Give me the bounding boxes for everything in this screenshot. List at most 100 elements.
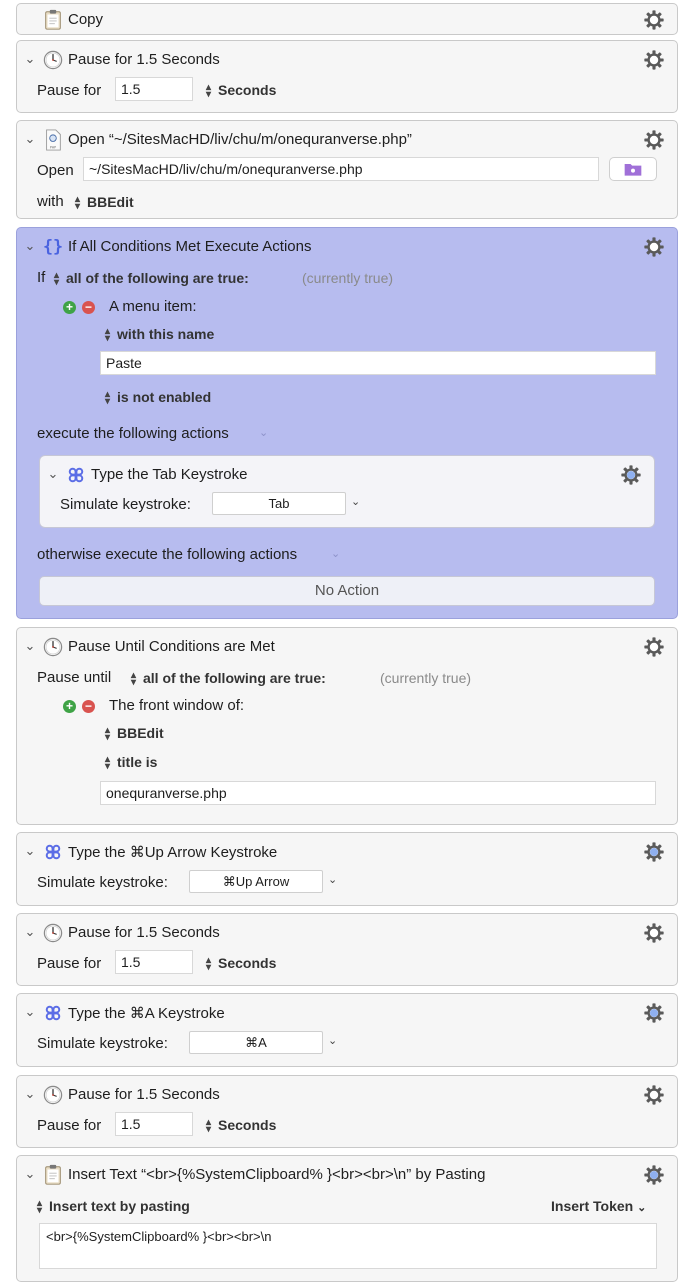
pause-duration-field[interactable]: 1.5 — [115, 77, 193, 101]
action-copy[interactable]: Copy — [16, 3, 678, 35]
menu-name-field[interactable]: Paste — [100, 351, 656, 375]
keystroke-label: Simulate keystroke: — [60, 496, 191, 513]
insert-text-area[interactable]: <br>{%SystemClipboard% }<br><br>\n — [39, 1223, 657, 1269]
chevron-down-icon[interactable]: ⌄ — [23, 1167, 37, 1181]
chevron-down-icon[interactable]: ⌄ — [23, 1087, 37, 1101]
clipboard-icon — [43, 1164, 63, 1186]
gear-icon[interactable] — [643, 129, 665, 151]
chevron-down-icon[interactable]: ⌄ — [23, 844, 37, 858]
pause-duration-field[interactable]: 1.5 — [115, 1112, 193, 1136]
chevron-down-icon[interactable]: ⌄ — [328, 873, 337, 886]
folder-icon — [623, 160, 643, 178]
chevron-down-icon[interactable]: ⌄ — [23, 1005, 37, 1019]
clock-icon — [43, 636, 63, 658]
pause-unit-popup[interactable]: ▴ ▾ Seconds — [204, 955, 276, 974]
pause-unit-popup[interactable]: ▴ ▾ Seconds — [204, 1117, 276, 1136]
gear-icon[interactable] — [643, 636, 665, 658]
gear-icon[interactable] — [620, 464, 642, 486]
action-title: Type the ⌘Up Arrow Keystroke — [68, 844, 278, 861]
chevron-down-icon[interactable]: ⌄ — [328, 1034, 337, 1047]
remove-condition-button[interactable]: − — [82, 301, 95, 314]
chevron-down-icon[interactable]: ⌄ — [23, 132, 37, 146]
remove-condition-button[interactable]: − — [82, 700, 95, 713]
gear-icon[interactable] — [643, 1002, 665, 1024]
action-title: Type the Tab Keystroke — [91, 466, 248, 483]
action-pause[interactable]: ⌄ Pause for 1.5 Seconds Pause for 1.5 ▴ ▾… — [16, 1075, 678, 1148]
clock-icon — [43, 1084, 63, 1106]
clock-icon — [43, 49, 63, 71]
condition-mode-popup[interactable]: ▴ ▾ all of the following are true: — [129, 670, 326, 689]
pause-label: Pause for — [37, 82, 102, 99]
window-title-field[interactable]: onequranverse.php — [100, 781, 656, 805]
pause-duration-field[interactable]: 1.5 — [115, 950, 193, 974]
application-popup[interactable]: ▴ ▾ BBEdit — [73, 194, 134, 213]
action-title: Pause Until Conditions are Met — [68, 638, 275, 655]
nested-action-type-tab[interactable]: ⌄ Type the Tab Keystroke Simulate keystr… — [39, 455, 655, 528]
action-insert-text[interactable]: ⌄ Insert Text “<br>{%SystemClipboard% }<… — [16, 1155, 678, 1282]
command-key-icon — [66, 464, 86, 486]
action-title: Open “~/SitesMacHD/liv/chu/m/onequranver… — [68, 131, 412, 148]
application-popup[interactable]: ▴ ▾ BBEdit — [103, 725, 164, 743]
application-name: BBEdit — [117, 725, 164, 741]
chevron-down-icon[interactable]: ⌄ — [351, 495, 360, 508]
open-label: Open — [37, 162, 74, 179]
gear-icon[interactable] — [643, 1164, 665, 1186]
otherwise-label: otherwise execute the following actions — [37, 546, 298, 563]
gear-icon[interactable] — [643, 841, 665, 863]
up-down-arrows-icon: ▴ ▾ — [205, 1117, 212, 1136]
condition-type: A menu item: — [109, 298, 197, 315]
action-title: Type the ⌘A Keystroke — [68, 1005, 225, 1022]
execute-label: execute the following actions — [37, 425, 229, 442]
keystroke-field[interactable]: ⌘Up Arrow — [189, 870, 323, 893]
chevron-down-icon[interactable]: ⌄ — [46, 467, 60, 481]
pause-unit: Seconds — [218, 82, 277, 98]
chevron-down-icon[interactable]: ⌄ — [23, 925, 37, 939]
action-pause[interactable]: ⌄ Pause for 1.5 Seconds Pause for 1.5 ▴ ▾… — [16, 40, 678, 113]
action-open-file[interactable]: ⌄ Open “~/SitesMacHD/liv/chu/m/onequranv… — [16, 120, 678, 219]
up-down-arrows-icon: ▴ ▾ — [104, 389, 111, 408]
macro-editor: Copy ⌄ Pause for 1.5 Seconds Pause for 1… — [0, 0, 690, 1288]
gear-icon[interactable] — [643, 922, 665, 944]
command-key-icon — [43, 1002, 63, 1024]
file-path-field[interactable]: ~/SitesMacHD/liv/chu/m/onequranverse.php — [83, 157, 599, 181]
action-pause[interactable]: ⌄ Pause for 1.5 Seconds Pause for 1.5 ▴ ▾… — [16, 913, 678, 986]
add-condition-button[interactable]: + — [63, 700, 76, 713]
gear-icon[interactable] — [643, 236, 665, 258]
clipboard-icon — [43, 9, 63, 31]
window-match-mode: title is — [117, 754, 158, 770]
menu-match-popup[interactable]: ▴ ▾ with this name — [103, 326, 214, 344]
up-down-arrows-icon: ▴ ▾ — [74, 194, 81, 213]
insert-mode-popup[interactable]: ▴ ▾ Insert text by pasting — [35, 1198, 190, 1216]
pause-unit-popup[interactable]: ▴ ▾ Seconds — [204, 82, 277, 100]
add-condition-button[interactable]: + — [63, 301, 76, 314]
up-down-arrows-icon: ▴ ▾ — [130, 670, 137, 689]
window-match-popup[interactable]: ▴ ▾ title is — [103, 754, 158, 773]
condition-mode-popup[interactable]: ▴ ▾ all of the following are true: — [52, 270, 249, 289]
action-type-up-arrow[interactable]: ⌄ Type the ⌘Up Arrow Keystroke Simulate … — [16, 832, 678, 906]
keystroke-label: Simulate keystroke: — [37, 874, 168, 891]
if-label: If — [37, 269, 46, 286]
chevron-down-icon[interactable]: ⌄ — [23, 639, 37, 653]
action-if-then-else[interactable]: ⌄ If All Conditions Met Execute Actions … — [16, 227, 678, 619]
chevron-down-icon[interactable]: ⌄ — [23, 239, 37, 253]
no-action-placeholder[interactable]: No Action — [39, 576, 655, 606]
chevron-down-icon[interactable]: ⌄ — [259, 426, 268, 439]
action-type-select-all[interactable]: ⌄ Type the ⌘A Keystroke Simulate keystro… — [16, 993, 678, 1067]
condition-status: (currently true) — [380, 670, 472, 686]
chevron-down-icon[interactable]: ⌄ — [23, 52, 37, 66]
gear-icon[interactable] — [643, 49, 665, 71]
gear-icon[interactable] — [643, 9, 665, 31]
up-down-arrows-icon: ▴ ▾ — [205, 955, 212, 974]
condition-type: The front window of: — [109, 697, 245, 714]
up-down-arrows-icon: ▴ ▾ — [104, 754, 111, 773]
chevron-down-icon[interactable]: ⌄ — [331, 547, 340, 560]
insert-token-menu[interactable]: Insert Token ⌄ — [551, 1198, 646, 1214]
choose-file-button[interactable] — [609, 157, 657, 181]
menu-state-popup[interactable]: ▴ ▾ is not enabled — [103, 389, 211, 408]
action-pause-until[interactable]: ⌄ Pause Until Conditions are Met Pause u… — [16, 627, 678, 825]
braces-icon — [43, 236, 63, 258]
up-down-arrows-icon: ▴ ▾ — [53, 270, 60, 289]
keystroke-field[interactable]: Tab — [212, 492, 346, 515]
keystroke-field[interactable]: ⌘A — [189, 1031, 323, 1054]
gear-icon[interactable] — [643, 1084, 665, 1106]
